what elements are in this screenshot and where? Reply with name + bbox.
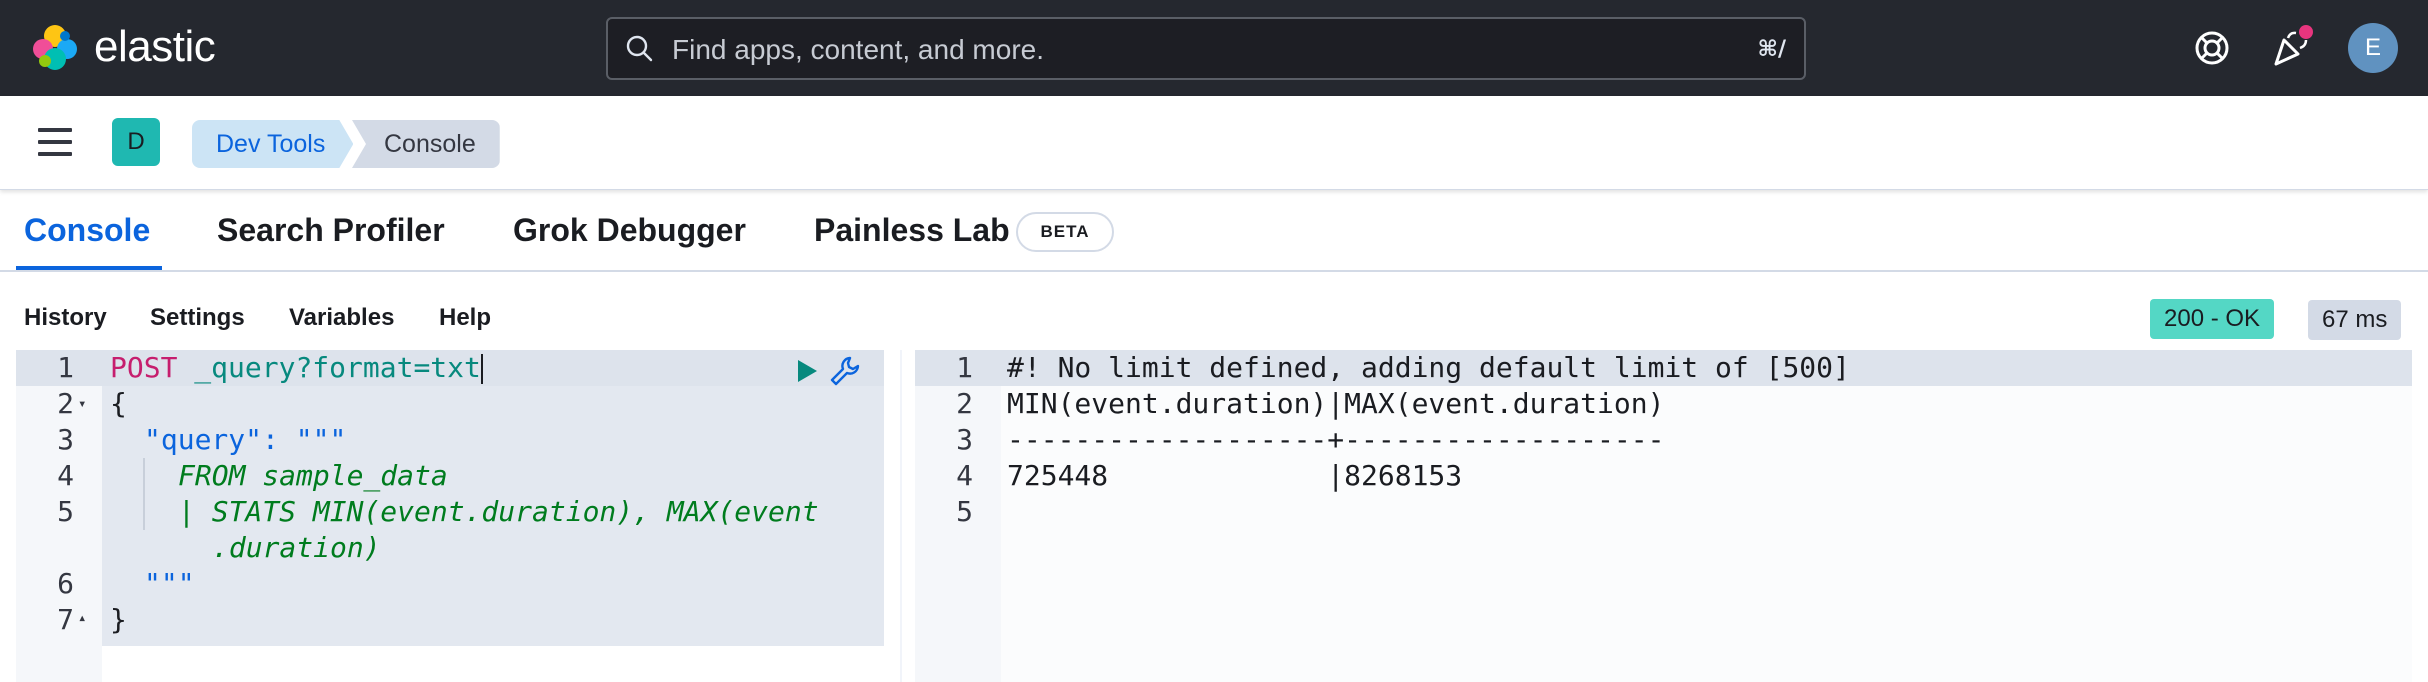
tab-grok-debugger[interactable]: Grok Debugger xyxy=(513,212,746,249)
breadcrumb-bar: D Dev Tools Console xyxy=(0,96,2428,190)
search-placeholder: Find apps, content, and more. xyxy=(672,34,1044,65)
triple-quote-open: : """ xyxy=(262,423,347,456)
response-line-3: -------------------+------------------- xyxy=(1007,423,1665,456)
request-editor[interactable]: 1 2 ▾ 3 4 5 6 7 ▴ POST _query?format=txt… xyxy=(16,350,884,682)
line-number: 3 xyxy=(57,423,74,456)
text-cursor xyxy=(480,354,483,384)
fold-open-icon[interactable]: ▾ xyxy=(78,396,86,412)
brand-name: elastic xyxy=(94,22,216,71)
status-badge: 200 - OK xyxy=(2150,299,2275,339)
active-tab-indicator xyxy=(16,266,162,270)
top-header: elastic Find apps, content, and more. ⌘/… xyxy=(0,0,2428,96)
global-search-input[interactable]: Find apps, content, and more. ⌘/ xyxy=(606,17,1806,80)
line-number: 6 xyxy=(57,567,74,600)
request-line-7: } xyxy=(110,603,127,636)
wrench-icon[interactable] xyxy=(828,354,862,388)
line-number: 7 xyxy=(57,603,74,636)
line-number: 5 xyxy=(956,495,973,528)
menu-toggle-icon[interactable] xyxy=(38,128,72,156)
settings-menu[interactable]: Settings xyxy=(150,304,245,332)
space-avatar[interactable]: D xyxy=(112,118,160,166)
request-line-3: "query": """ xyxy=(144,422,346,458)
tab-search-profiler[interactable]: Search Profiler xyxy=(217,212,445,249)
request-path: _query?format=txt xyxy=(194,351,481,384)
request-line-5: | STATS MIN(event.duration), MAX(event xyxy=(178,495,819,528)
line-number: 3 xyxy=(956,423,973,456)
history-menu[interactable]: History xyxy=(24,304,107,332)
user-avatar[interactable]: E xyxy=(2348,23,2398,73)
line-number: 2 xyxy=(57,387,74,420)
request-line-2: { xyxy=(110,387,127,420)
help-menu[interactable]: Help xyxy=(439,304,491,332)
variables-menu[interactable]: Variables xyxy=(289,304,394,332)
elastic-logo[interactable]: elastic xyxy=(30,22,216,72)
line-number: 2 xyxy=(956,387,973,420)
request-line-6: """ xyxy=(144,567,195,600)
request-line-5-wrap: .duration) xyxy=(212,531,381,564)
lifebuoy-icon[interactable] xyxy=(2188,24,2236,72)
dev-tools-tabs: Console Search Profiler Grok Debugger Pa… xyxy=(0,190,2428,272)
response-line-4: 725448 |8268153 xyxy=(1007,459,1463,492)
line-number: 5 xyxy=(57,495,74,528)
request-time-badge: 67 ms xyxy=(2308,300,2402,340)
response-viewer: 1 2 3 4 5 #! No limit defined, adding de… xyxy=(915,350,2412,682)
breadcrumb-console: Console xyxy=(352,120,500,168)
editor-split-divider[interactable] xyxy=(900,350,902,682)
line-number: 1 xyxy=(57,351,74,384)
response-line-1: #! No limit defined, adding default limi… xyxy=(1007,351,1850,384)
json-key: "query" xyxy=(144,423,263,456)
line-number: 4 xyxy=(956,459,973,492)
request-line-4: FROM sample_data xyxy=(178,459,448,492)
breadcrumb-dev-tools[interactable]: Dev Tools xyxy=(192,120,353,168)
fold-close-icon[interactable]: ▴ xyxy=(78,610,86,626)
search-icon xyxy=(626,35,653,62)
elastic-logo-icon xyxy=(33,25,77,70)
play-icon[interactable] xyxy=(794,358,820,384)
line-number: 4 xyxy=(57,459,74,492)
response-line-2: MIN(event.duration)|MAX(event.duration) xyxy=(1007,387,1665,420)
tab-painless-lab[interactable]: Painless Lab xyxy=(814,212,1010,249)
line-number: 1 xyxy=(956,351,973,384)
party-popper-icon[interactable] xyxy=(2266,24,2314,72)
search-shortcut: ⌘/ xyxy=(1757,37,1786,62)
beta-badge: BETA xyxy=(1016,212,1114,252)
request-line-1: POST _query?format=txt xyxy=(110,350,483,386)
http-method: POST xyxy=(110,351,178,384)
tab-console[interactable]: Console xyxy=(24,212,150,249)
